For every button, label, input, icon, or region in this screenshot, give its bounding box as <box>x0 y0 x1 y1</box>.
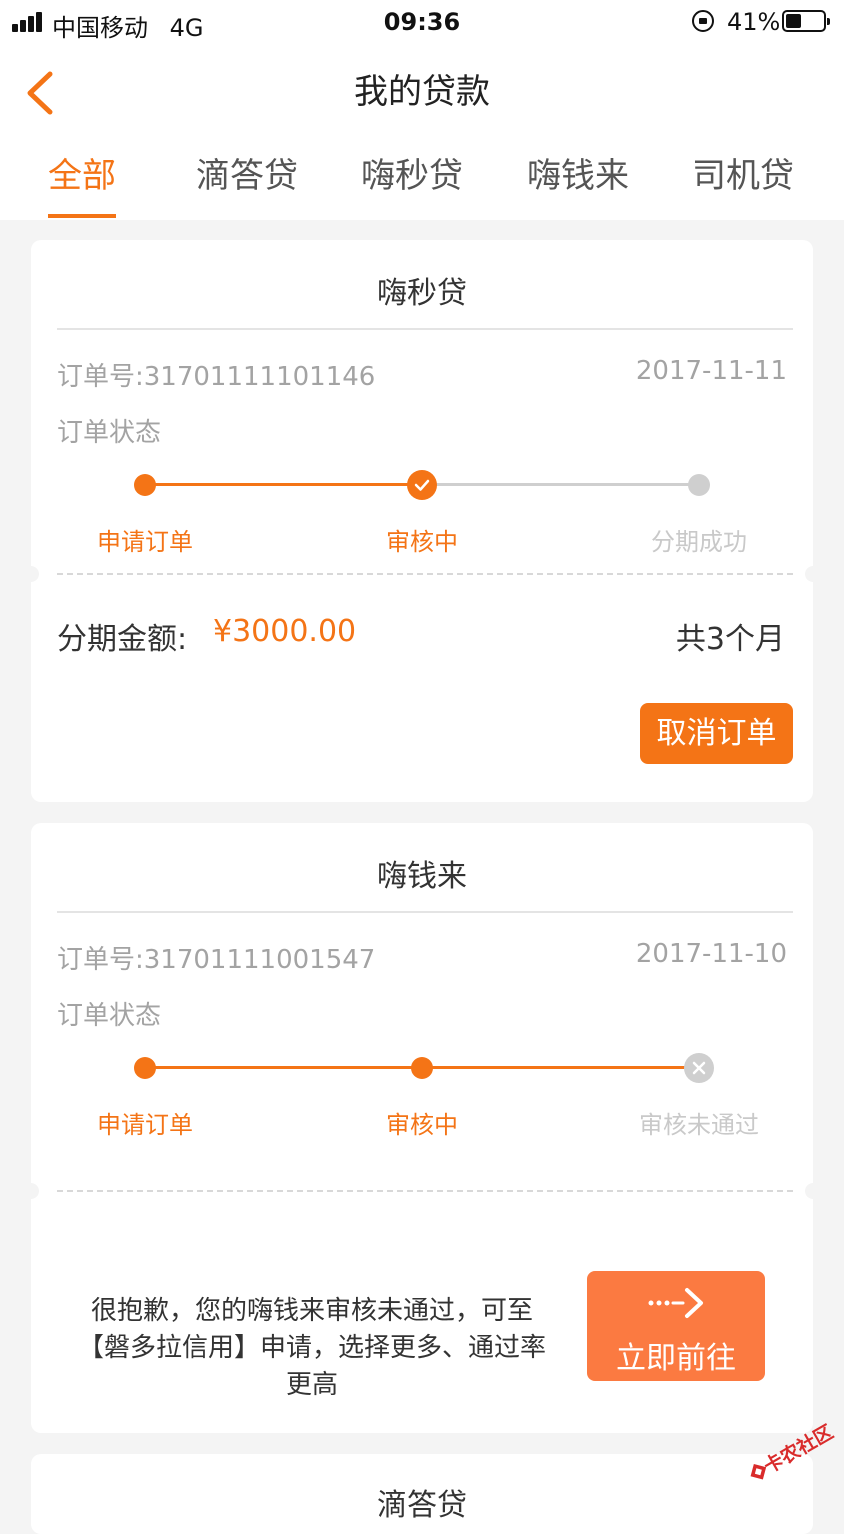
installment-amount-value: ¥3000.00 <box>213 614 357 649</box>
rejection-message: 很抱歉，您的嗨钱来审核未通过，可至【磐多拉信用】申请，选择更多、通过率更高 <box>77 1296 546 1400</box>
order-status-label: 订单状态 <box>57 418 162 448</box>
tab-sijidai[interactable]: 司机贷 <box>673 148 813 197</box>
clock: 09:36 <box>383 8 461 36</box>
step-label-apply: 申请订单 <box>97 1111 193 1139</box>
loan-tabs: 全部 滴答贷 嗨秒贷 嗨钱来 司机贷 <box>0 130 844 220</box>
step-label-reviewing: 审核中 <box>386 528 458 556</box>
battery-level-fill <box>786 14 801 28</box>
page-title: 我的贷款 <box>354 72 490 112</box>
navigation-bar: 我的贷款 <box>0 44 844 130</box>
close-icon <box>684 1053 714 1083</box>
ticket-notch <box>23 566 39 582</box>
orientation-lock-icon <box>692 10 714 32</box>
tab-haimiaodai[interactable]: 嗨秒贷 <box>342 148 482 197</box>
step-dot-completed <box>411 1057 433 1079</box>
step-dot-pending <box>688 474 710 496</box>
installment-amount-label: 分期金额: <box>57 622 188 657</box>
step-label-review-failed: 审核未通过 <box>639 1111 759 1139</box>
ticket-notch <box>805 566 821 582</box>
dashed-divider <box>57 573 793 575</box>
arrow-right-icon <box>648 1288 703 1318</box>
go-now-button[interactable]: 立即前往 <box>587 1271 765 1381</box>
progress-line-completed <box>145 483 422 486</box>
battery-percent: 41% <box>727 8 781 36</box>
order-date: 2017-11-10 <box>635 939 787 969</box>
step-label-installment-success: 分期成功 <box>651 528 747 556</box>
order-card: 嗨钱来 订单号:31701111001547 2017-11-10 订单状态 申… <box>23 823 821 1433</box>
step-dot-completed <box>134 474 156 496</box>
order-number: 订单号:31701111101146 <box>57 362 376 392</box>
step-dot-completed <box>134 1057 156 1079</box>
rejection-notice: 很抱歉，您的嗨钱来审核未通过，可至【磐多拉信用】申请，选择更多、通过率更高 立即… <box>31 1223 813 1433</box>
check-icon <box>407 470 437 500</box>
product-name: 嗨钱来 <box>377 859 467 894</box>
order-card: 滴答贷 <box>31 1454 813 1534</box>
dashed-divider <box>57 1190 793 1192</box>
progress-line-pending <box>422 483 699 486</box>
installment-term: 共3个月 <box>675 622 785 657</box>
order-status-label: 订单状态 <box>57 1001 162 1031</box>
step-label-apply: 申请订单 <box>97 528 193 556</box>
order-number: 订单号:31701111001547 <box>57 945 376 975</box>
order-card: 嗨秒贷 订单号:31701111101146 2017-11-11 订单状态 申… <box>23 240 821 802</box>
ticket-notch <box>805 1183 821 1199</box>
battery-icon <box>782 10 830 32</box>
watermark-text: 卡农社区 <box>760 1421 838 1479</box>
ticket-notch <box>23 1183 39 1199</box>
step-label-reviewing: 审核中 <box>386 1111 458 1139</box>
tab-all[interactable]: 全部 <box>12 148 152 197</box>
status-bar: 中国移动 4G 09:36 41% <box>0 0 844 44</box>
go-now-label: 立即前往 <box>616 1341 736 1376</box>
tab-haiqianlai[interactable]: 嗨钱来 <box>508 148 648 197</box>
divider <box>57 911 793 913</box>
product-name: 嗨秒贷 <box>377 276 467 311</box>
cancel-order-button[interactable]: 取消订单 <box>640 703 793 764</box>
divider <box>57 328 793 330</box>
order-date: 2017-11-11 <box>635 356 787 386</box>
tab-didadai[interactable]: 滴答贷 <box>177 148 317 197</box>
active-tab-indicator <box>48 214 116 218</box>
product-name: 滴答贷 <box>377 1488 467 1523</box>
